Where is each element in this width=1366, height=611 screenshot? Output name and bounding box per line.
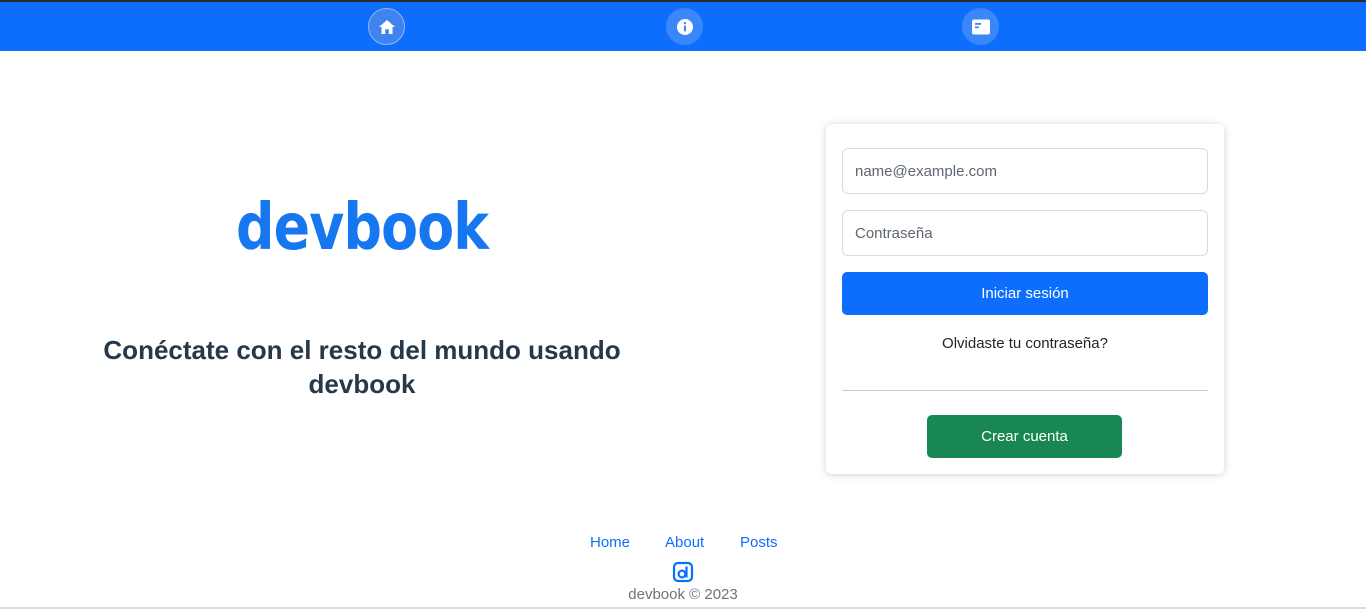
copyright-text: devbook © 2023 <box>628 586 738 603</box>
top-navbar <box>0 0 1366 51</box>
password-field[interactable] <box>842 210 1208 256</box>
footer-nav: Home About Posts <box>0 533 1366 553</box>
card-divider <box>842 390 1208 391</box>
forgot-password-link[interactable]: Olvidaste tu contraseña? <box>842 334 1208 354</box>
footer-link-about[interactable]: About <box>665 533 704 553</box>
login-card: Iniciar sesión Olvidaste tu contraseña? … <box>826 124 1224 474</box>
posts-icon <box>971 19 990 34</box>
footer-link-home[interactable]: Home <box>590 533 630 553</box>
nav-about-button[interactable] <box>666 8 703 45</box>
footer-link-posts[interactable]: Posts <box>740 533 778 553</box>
brand-logo-text: devbook <box>236 191 489 265</box>
nav-posts-button[interactable] <box>962 8 999 45</box>
nav-home-button[interactable] <box>368 8 405 45</box>
home-icon <box>378 19 395 34</box>
tagline-heading: Conéctate con el resto del mundo usando … <box>103 335 621 399</box>
devbook-logo-icon <box>672 561 694 583</box>
page-bottom-border <box>0 607 1366 609</box>
login-button[interactable]: Iniciar sesión <box>842 272 1208 315</box>
email-field[interactable] <box>842 148 1208 194</box>
info-icon <box>676 18 693 35</box>
create-account-button[interactable]: Crear cuenta <box>927 415 1122 458</box>
